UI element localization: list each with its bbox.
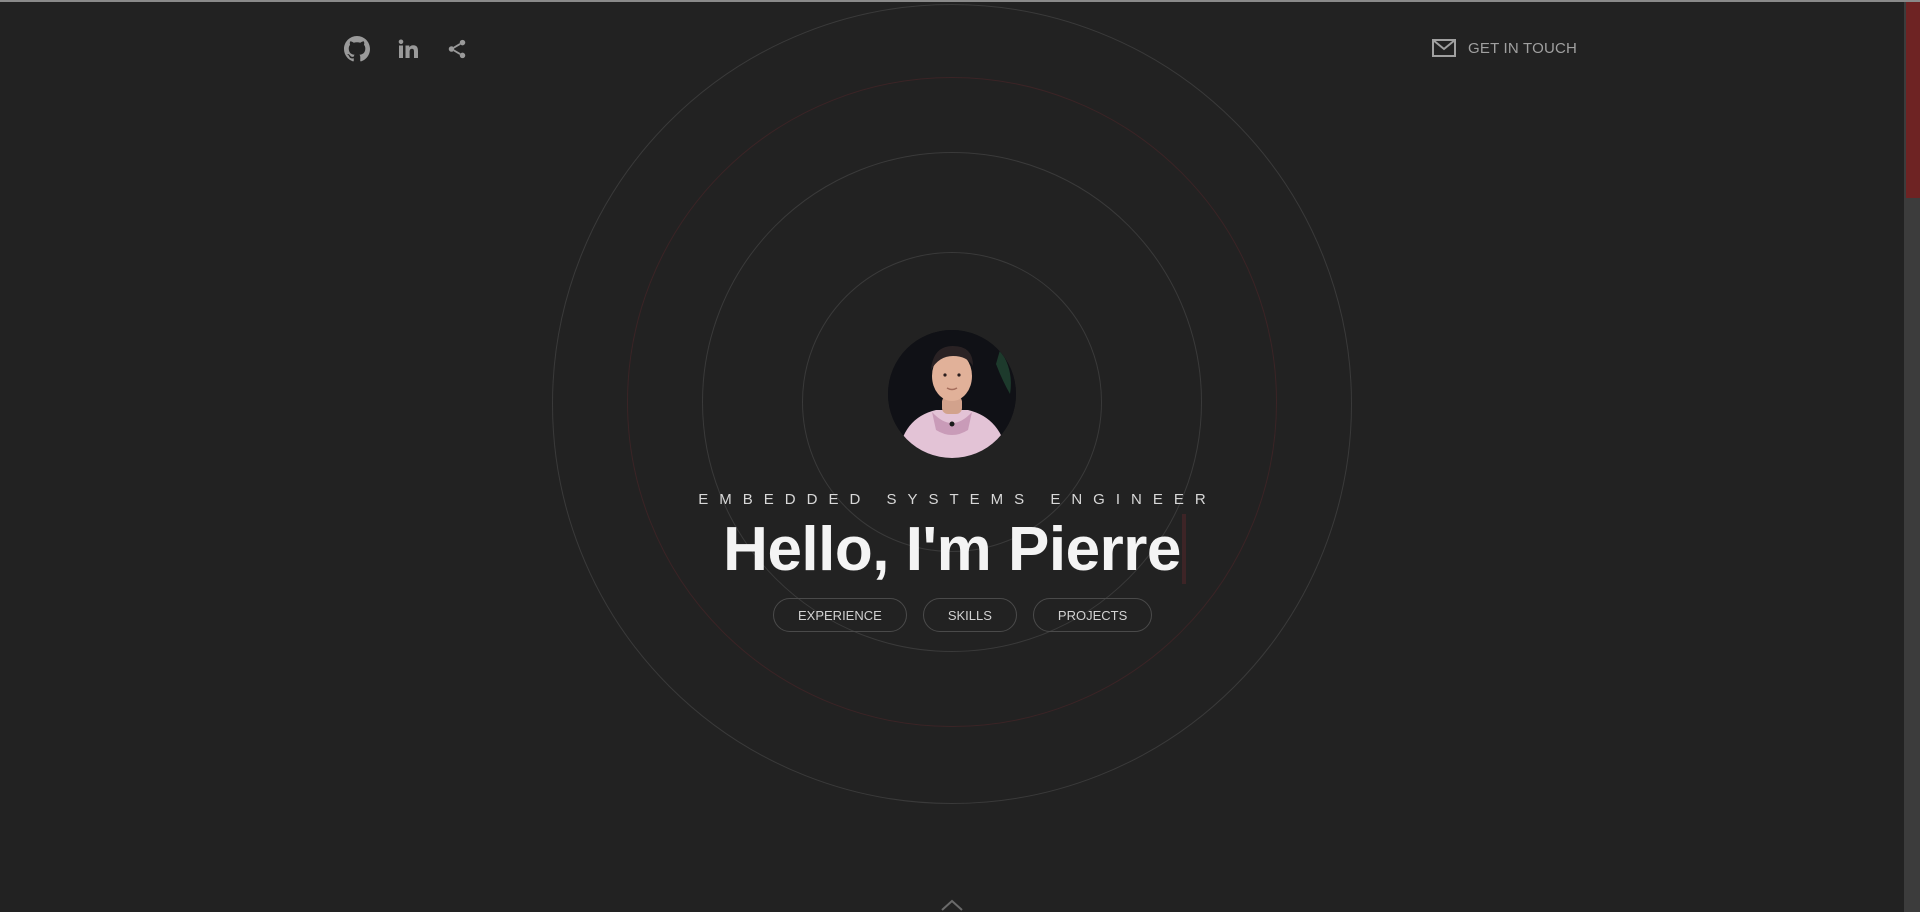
scroll-indicator[interactable] — [940, 898, 964, 912]
job-title: EMBEDDED SYSTEMS ENGINEER — [698, 491, 1217, 508]
page-title: Hello, I'm Pierre — [723, 515, 1181, 584]
avatar — [888, 330, 1016, 458]
github-link[interactable] — [340, 32, 374, 66]
chevron-up-icon — [941, 899, 963, 911]
github-icon — [344, 36, 370, 62]
share-link[interactable] — [440, 32, 474, 66]
share-icon — [448, 39, 466, 59]
get-in-touch-label: GET IN TOUCH — [1468, 39, 1578, 57]
projects-button[interactable]: PROJECTS — [1032, 598, 1153, 632]
avatar-photo — [888, 330, 1016, 458]
experience-button[interactable]: EXPERIENCE — [773, 598, 907, 632]
scrollbar-thumb[interactable] — [1906, 2, 1920, 198]
linkedin-icon — [398, 39, 418, 58]
mail-icon — [1432, 39, 1456, 57]
section-nav: EXPERIENCE SKILLS PROJECTS — [773, 598, 1153, 632]
get-in-touch-link[interactable]: GET IN TOUCH — [1432, 34, 1577, 62]
linkedin-link[interactable] — [391, 32, 425, 66]
typing-cursor — [1182, 514, 1186, 584]
page: GET IN TOUCH EMBEDDED SYSTEMS ENGINEER H… — [0, 2, 1904, 912]
scrollbar[interactable] — [1904, 2, 1920, 912]
skills-button[interactable]: SKILLS — [922, 598, 1017, 632]
